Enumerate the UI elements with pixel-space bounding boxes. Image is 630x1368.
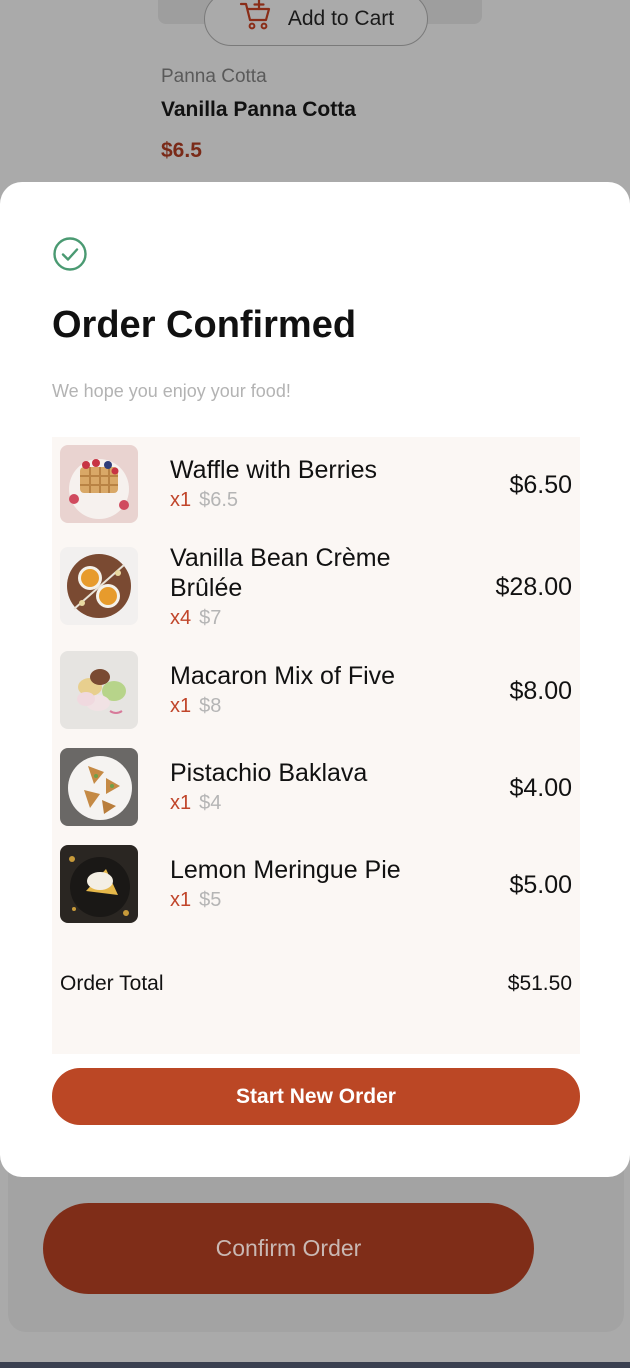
item-total: $6.50 — [509, 471, 572, 499]
item-meta: x1 $4 — [170, 792, 221, 815]
item-name: Lemon Meringue Pie — [170, 856, 401, 884]
order-item: Pistachio Baklava x1 $4 $4.00 — [52, 748, 580, 828]
item-total: $4.00 — [509, 774, 572, 802]
add-to-cart-label: Add to Cart — [287, 7, 395, 30]
modal-title: Order Confirmed — [52, 304, 357, 346]
item-meta: x1 $8 — [170, 695, 221, 718]
item-unit-price: $6.5 — [199, 489, 239, 511]
bottom-bar — [0, 1362, 630, 1368]
item-thumbnail — [60, 547, 138, 625]
item-quantity: x1 — [170, 489, 192, 511]
item-name: Vanilla Bean Crème Brûlée — [170, 544, 391, 602]
item-meta: x1 $5 — [170, 889, 221, 912]
item-name: Pistachio Baklava — [170, 759, 368, 787]
modal-subtitle: We hope you enjoy your food! — [52, 381, 291, 401]
item-quantity: x4 — [170, 607, 192, 629]
product-price: $6.5 — [161, 139, 202, 162]
item-total: $8.00 — [509, 677, 572, 705]
item-quantity: x1 — [170, 695, 192, 717]
item-thumbnail — [60, 445, 138, 523]
add-to-cart-icon — [238, 0, 274, 40]
order-total-value: $51.50 — [507, 972, 572, 995]
product-name: Vanilla Panna Cotta — [161, 98, 356, 121]
order-item: Macaron Mix of Five x1 $8 $8.00 — [52, 651, 580, 731]
item-meta: x1 $6.5 — [170, 489, 238, 512]
item-thumbnail — [60, 651, 138, 729]
order-item: Waffle with Berries x1 $6.5 $6.50 — [52, 445, 580, 525]
item-thumbnail — [60, 845, 138, 923]
item-quantity: x1 — [170, 792, 192, 814]
order-summary: Waffle with Berries x1 $6.5 $6.50 Vanilla… — [52, 437, 580, 1054]
start-new-order-button[interactable]: Start New Order — [52, 1068, 580, 1125]
add-to-cart-button[interactable]: Add to Cart — [204, 0, 428, 46]
item-total: $5.00 — [509, 871, 572, 899]
order-confirmed-modal: Order Confirmed We hope you enjoy your f… — [0, 182, 630, 1177]
item-unit-price: $4 — [199, 792, 222, 814]
item-name: Macaron Mix of Five — [170, 662, 396, 690]
circle-check-icon — [52, 236, 88, 272]
confirm-order-button[interactable]: Confirm Order — [43, 1203, 534, 1294]
order-total-label: Order Total — [60, 972, 164, 995]
order-item: Lemon Meringue Pie x1 $5 $5.00 — [52, 845, 580, 925]
item-unit-price: $8 — [199, 695, 222, 717]
item-total: $28.00 — [495, 573, 572, 601]
item-meta: x4 $7 — [170, 607, 221, 630]
item-quantity: x1 — [170, 889, 192, 911]
item-name: Waffle with Berries — [170, 456, 378, 484]
item-unit-price: $7 — [199, 607, 222, 629]
item-unit-price: $5 — [199, 889, 222, 911]
order-item: Vanilla Bean Crème Brûlée x4 $7 $28.00 — [52, 544, 580, 637]
product-category: Panna Cotta — [161, 66, 267, 87]
item-thumbnail — [60, 748, 138, 826]
